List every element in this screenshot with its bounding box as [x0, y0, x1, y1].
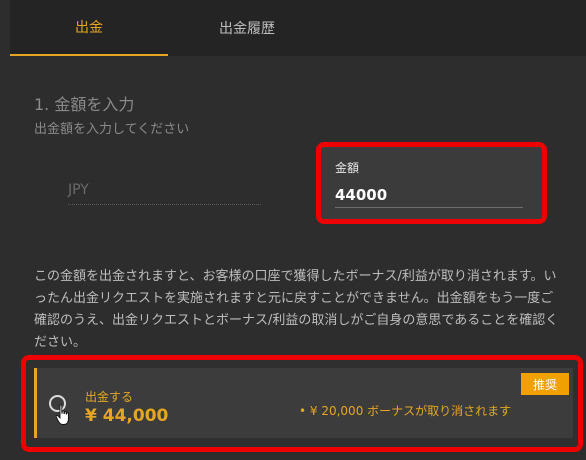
hand-cursor-icon — [55, 404, 69, 425]
withdraw-option-card[interactable]: 出金する ¥ 44,000 • ¥ 20,000 ボーナスが取り消されます 推奨 — [21, 355, 583, 452]
recommended-badge: 推奨 — [521, 373, 569, 395]
tab-withdraw-history[interactable]: 出金履歴 — [168, 0, 326, 56]
withdrawal-notice: この金額を出金されますと、お客様の口座で獲得したボーナス/利益が取り消されます。… — [34, 269, 559, 350]
tab-withdraw[interactable]: 出金 — [10, 0, 168, 56]
option-label: 出金する — [85, 390, 134, 404]
withdrawal-panel: 出金 出金履歴 1. 金額を入力 出金額を入力してください JPY 金額 この金… — [0, 0, 586, 460]
step-title: 1. 金額を入力 — [34, 95, 135, 114]
step-subtitle: 出金額を入力してください — [34, 122, 190, 137]
bonus-cancel-note: • ¥ 20,000 ボーナスが取り消されます — [299, 404, 512, 418]
tab-bar: 出金 出金履歴 — [10, 0, 586, 56]
amount-label: 金額 — [335, 161, 360, 175]
withdraw-option[interactable]: 出金する ¥ 44,000 • ¥ 20,000 ボーナスが取り消されます 推奨 — [34, 368, 573, 438]
option-amount: ¥ 44,000 — [85, 406, 169, 426]
amount-field[interactable]: 金額 — [316, 142, 547, 224]
amount-input[interactable] — [335, 183, 523, 208]
currency-label: JPY — [68, 182, 261, 205]
